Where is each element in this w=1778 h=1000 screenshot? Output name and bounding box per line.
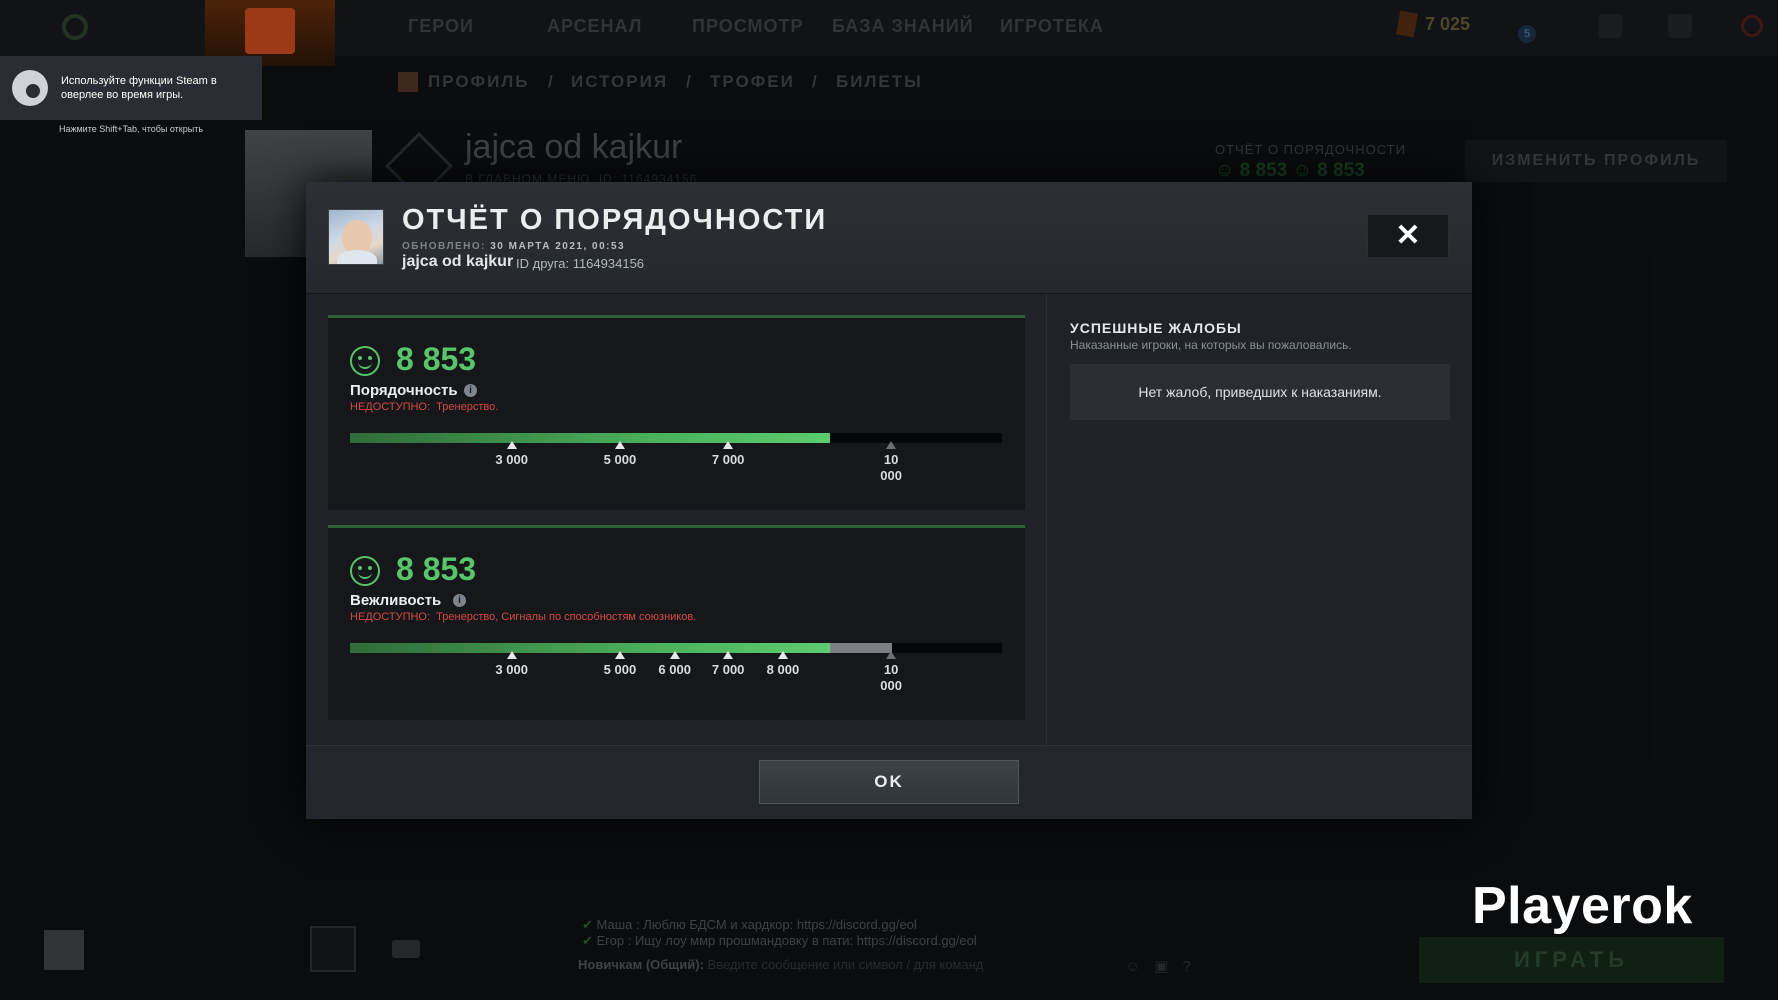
updated-timestamp: ОБНОВЛЕНО: 30 МАРТА 2021, 00:53 [402, 241, 626, 252]
info-icon[interactable]: i [464, 384, 477, 397]
behavior-score-card: 8 853 Порядочность i НЕДОСТУПНО: Тренерс… [328, 315, 1025, 510]
column-divider [1046, 294, 1047, 745]
steam-overlay-message: Используйте функции Steam в оверлее во в… [61, 75, 217, 101]
dialog-title: ОТЧЁТ О ПОРЯДОЧНОСТИ [402, 204, 828, 236]
unavailable-note: НЕДОСТУПНО: Тренерство. [350, 401, 499, 413]
threshold-label: 3 000 [495, 662, 528, 677]
threshold-marker [723, 651, 734, 659]
threshold-marker [886, 651, 897, 659]
smile-icon [350, 556, 380, 586]
close-button[interactable]: ✕ [1367, 214, 1449, 258]
friend-id: ID друга: 1164934156 [516, 256, 645, 271]
steam-logo-icon [12, 70, 48, 106]
threshold-label: 3 000 [495, 452, 528, 467]
dialog-footer: OK [306, 745, 1472, 819]
communication-score-label: Вежливость [350, 592, 442, 609]
behavior-score-label: Порядочность [350, 382, 458, 399]
dialog-header: ОТЧЁТ О ПОРЯДОЧНОСТИ ОБНОВЛЕНО: 30 МАРТА… [306, 182, 1472, 294]
threshold-label: 8 000 [766, 662, 800, 677]
behavior-score-value: 8 853 [396, 341, 477, 377]
player-name: jajca od kajkur [402, 253, 514, 270]
smile-icon [350, 346, 380, 376]
reports-title: УСПЕШНЫЕ ЖАЛОБЫ [1070, 320, 1242, 336]
info-icon[interactable]: i [453, 594, 466, 607]
reports-subtitle: Наказанные игроки, на которых вы пожалов… [1070, 338, 1352, 352]
threshold-marker [723, 441, 734, 449]
threshold-label: 7 000 [711, 452, 745, 467]
behavior-score-bar [350, 433, 1002, 443]
ok-button[interactable]: OK [759, 760, 1019, 804]
threshold-marker [886, 441, 897, 449]
playerok-watermark: Playerok [1472, 877, 1693, 935]
dialog-body: 8 853 Порядочность i НЕДОСТУПНО: Тренерс… [306, 294, 1472, 745]
score-bar-fill [350, 433, 830, 443]
threshold-marker [506, 651, 517, 659]
threshold-marker [777, 651, 788, 659]
steam-overlay-toast[interactable]: Используйте функции Steam в оверлее во в… [0, 56, 262, 120]
unavailable-note: НЕДОСТУПНО: Тренерство, Сигналы по спосо… [350, 611, 697, 623]
communication-score-card: 8 853 Вежливость i НЕДОСТУПНО: Тренерств… [328, 525, 1025, 720]
threshold-marker [614, 651, 625, 659]
threshold-marker [506, 441, 517, 449]
score-bar-remaining [829, 643, 892, 653]
threshold-label: 10 000 [880, 662, 902, 693]
reports-empty-message: Нет жалоб, приведших к наказаниям. [1070, 364, 1450, 420]
threshold-label: 10 000 [880, 452, 902, 483]
threshold-marker [614, 441, 625, 449]
communication-score-value: 8 853 [396, 551, 477, 587]
conduct-report-dialog: ОТЧЁТ О ПОРЯДОЧНОСТИ ОБНОВЛЕНО: 30 МАРТА… [306, 182, 1472, 819]
score-bar-fill [350, 643, 830, 653]
steam-overlay-hint: Нажмите Shift+Tab, чтобы открыть [58, 124, 204, 134]
player-avatar [328, 209, 384, 265]
threshold-label: 5 000 [603, 452, 637, 467]
threshold-marker [669, 651, 680, 659]
dota-client: ГЕРОИ АРСЕНАЛ ПРОСМОТР БАЗА ЗНАНИЙ ИГРОТ… [0, 0, 1778, 1000]
